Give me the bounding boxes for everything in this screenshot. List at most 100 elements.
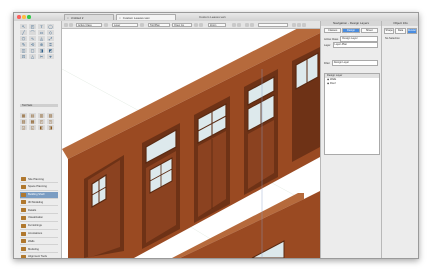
tool-icon[interactable]: ◨ xyxy=(38,48,45,53)
tool-icon[interactable]: ⊕ xyxy=(38,42,45,47)
tool-icon[interactable]: ╱ xyxy=(20,30,27,35)
tool-icon[interactable]: ◰ xyxy=(29,24,36,29)
tool-set-icon xyxy=(21,192,26,197)
tool-set-icon xyxy=(21,231,26,236)
tool-set-item[interactable]: Walls xyxy=(20,238,58,246)
walkthrough-icon[interactable] xyxy=(199,22,203,27)
tool-icon[interactable]: ✎ xyxy=(20,42,27,47)
tab-design-layers[interactable]: Design Layers xyxy=(342,28,360,36)
active-class-field[interactable]: Design Layer xyxy=(340,36,378,42)
tool-set-icon[interactable]: ▤ xyxy=(29,113,36,118)
tool-icon[interactable]: ▢ xyxy=(29,48,36,53)
tool-set-item[interactable]: Modeling xyxy=(20,246,58,254)
tool-set-icon xyxy=(21,254,26,258)
view-bar: Active Class Layer Top/Plan Open GL Zoom xyxy=(62,21,320,29)
tool-icon[interactable]: ▭ xyxy=(38,30,45,35)
tab-sheet[interactable]: Sheet xyxy=(360,28,378,33)
navigation-title: Navigation - Design Layers xyxy=(321,21,381,26)
tab-render[interactable]: Render xyxy=(406,28,417,34)
tool-icon[interactable]: ⌗ xyxy=(47,42,54,47)
tool-set-icon[interactable]: ◲ xyxy=(20,125,27,130)
tool-set-icon[interactable]: ▩ xyxy=(29,119,36,124)
tool-icon[interactable]: ◇ xyxy=(47,30,54,35)
saved-views-icon[interactable] xyxy=(250,22,254,27)
tool-set-item[interactable]: Alignment Tools xyxy=(20,254,58,259)
document-tab-untitled[interactable]: × Untitled 2 xyxy=(64,14,114,20)
tool-icon[interactable]: ⌖ xyxy=(47,54,54,59)
drawing-area[interactable] xyxy=(62,29,320,258)
snap-icon[interactable] xyxy=(297,22,301,27)
zoom-in-icon[interactable] xyxy=(232,22,236,27)
back-icon[interactable] xyxy=(64,22,68,27)
filter-select[interactable]: Design Layer xyxy=(331,60,378,66)
tool-icon[interactable]: ⤢ xyxy=(47,36,54,41)
render-mode-select[interactable]: Open GL xyxy=(172,22,192,27)
tool-set-icon xyxy=(21,239,26,244)
zoom-field[interactable]: Zoom xyxy=(208,22,226,27)
tool-icon[interactable]: ⬠ xyxy=(20,36,27,41)
layer-options-icon[interactable] xyxy=(140,22,144,27)
close-tab-icon[interactable]: × xyxy=(67,16,69,20)
tab-shape[interactable]: Shape xyxy=(384,28,395,34)
tool-set-icon xyxy=(21,200,26,205)
door-2 xyxy=(142,123,180,249)
tool-set-item[interactable]: Building Shell xyxy=(20,191,58,199)
tool-icon[interactable]: ↖ xyxy=(20,24,27,29)
tool-icon[interactable]: T xyxy=(38,24,45,29)
tool-set-icon[interactable]: ◳ xyxy=(47,119,54,124)
tool-set-item[interactable]: Visualization xyxy=(20,215,58,222)
tool-set-item[interactable]: Site Planning xyxy=(20,176,58,183)
tool-set-label: Walls xyxy=(28,239,35,243)
tool-icon[interactable]: ◯ xyxy=(47,24,54,29)
tool-set-icon xyxy=(21,184,26,189)
tool-set-icon[interactable]: ◨ xyxy=(47,125,54,130)
section-view-icon[interactable] xyxy=(245,22,249,27)
saved-view-select[interactable] xyxy=(258,22,288,27)
tool-set-icon[interactable]: ▧ xyxy=(47,113,54,118)
zoom-out-icon[interactable] xyxy=(237,22,241,27)
tool-set-item[interactable]: 3D Modeling xyxy=(20,199,58,207)
tool-icon[interactable]: ⟲ xyxy=(29,42,36,47)
tool-set-icon[interactable]: ▥ xyxy=(38,113,45,118)
tool-set-label: Details xyxy=(28,208,37,212)
flyover-icon[interactable] xyxy=(194,22,198,27)
document-tab-custom-leaves[interactable]: × Custom Leaves.vwx xyxy=(116,14,176,20)
close-tab-icon[interactable]: × xyxy=(119,16,121,20)
layer-row: Layer Layer-Plan xyxy=(324,42,378,48)
tool-set-item[interactable]: Furnishings xyxy=(20,223,58,230)
tool-set-icon[interactable]: ▨ xyxy=(20,119,27,124)
minimize-button[interactable] xyxy=(22,15,26,19)
list-item[interactable]: ◉ Roof xyxy=(325,82,379,86)
tool-set-item[interactable]: Details xyxy=(20,207,58,215)
settings-icon[interactable] xyxy=(302,22,306,27)
tool-set-icon[interactable]: ▦ xyxy=(20,113,27,118)
object-info-palette: Object Info Shape Data Render No Selecti… xyxy=(381,21,418,258)
basic-tools-grid: ↖ ◰ T ◯ ╱ ⌒ ▭ ◇ ⬠ ∿ ◬ ⤢ ✎ ⟲ ⊕ ⌗ ◫ ▢ ◨ ◩ ⊡ △ ✂ ⌖ xyxy=(20,24,58,59)
class-select[interactable]: Active Class xyxy=(76,22,102,27)
tool-icon[interactable]: ∿ xyxy=(29,36,36,41)
view-select[interactable]: Top/Plan xyxy=(148,22,170,27)
tool-icon[interactable]: ✂ xyxy=(38,54,45,59)
tool-set-icon[interactable]: ◰ xyxy=(38,119,45,124)
tool-set-label: Alignment Tools xyxy=(28,255,47,259)
tab-data[interactable]: Data xyxy=(395,28,406,34)
tool-icon[interactable]: ⊡ xyxy=(20,54,27,59)
layer-select[interactable]: Layer xyxy=(112,22,138,27)
tool-set-label: 3D Modeling xyxy=(28,200,44,204)
close-button[interactable] xyxy=(17,15,21,19)
grid-icon[interactable] xyxy=(292,22,296,27)
tool-icon[interactable]: ◬ xyxy=(38,36,45,41)
tool-set-item[interactable]: Space Planning xyxy=(20,184,58,191)
class-options-icon[interactable] xyxy=(104,22,108,27)
tool-set-icon[interactable]: ◱ xyxy=(29,125,36,130)
layer-field[interactable]: Layer-Plan xyxy=(332,42,378,48)
zoom-button[interactable] xyxy=(27,15,31,19)
tool-set-item[interactable]: Annotations xyxy=(20,231,58,238)
tool-set-icon[interactable]: ◧ xyxy=(38,125,45,130)
forward-icon[interactable] xyxy=(69,22,73,27)
tool-icon[interactable]: ◫ xyxy=(20,48,27,53)
tool-icon[interactable]: ⌒ xyxy=(29,30,36,35)
tool-icon[interactable]: ◩ xyxy=(47,48,54,53)
tab-classes[interactable]: Classes xyxy=(324,28,342,33)
tool-icon[interactable]: △ xyxy=(29,54,36,59)
